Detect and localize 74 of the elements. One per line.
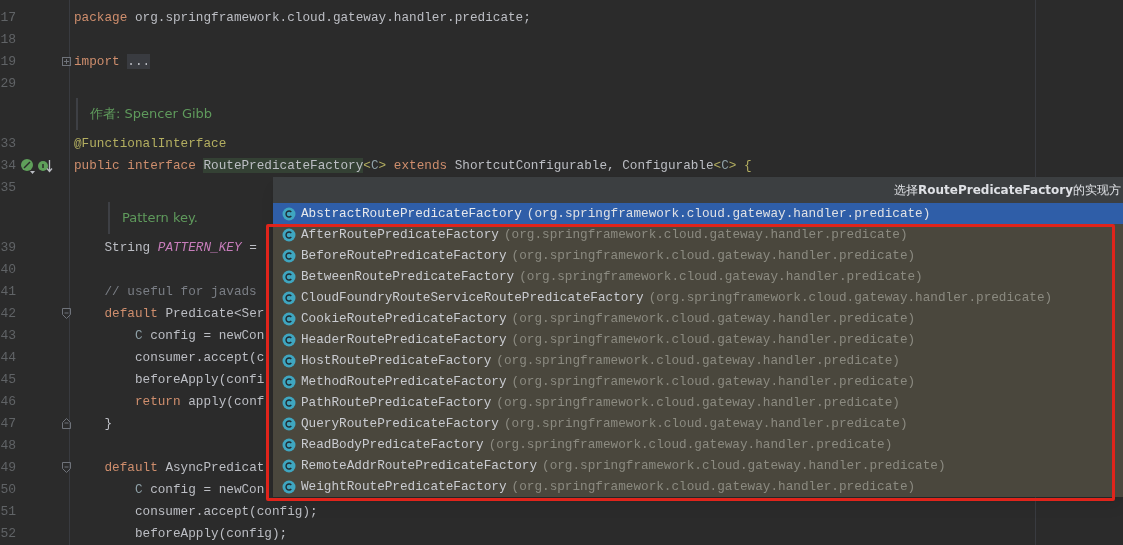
class-icon — [282, 206, 296, 221]
code-line: } — [103, 415, 113, 433]
code-line: C config = newCon — [133, 327, 265, 345]
code-line: beforeApply(config); — [133, 525, 288, 543]
line-number: 35 — [0, 179, 16, 197]
line-number: 34 — [0, 157, 16, 175]
line-number: 17 — [0, 9, 16, 27]
popup-item[interactable]: AfterRoutePredicateFactory (org.springframework.cloud.gateway.handler.predicate) — [273, 224, 1123, 245]
popup-item[interactable]: HostRoutePredicateFactory (org.springframework.cloud.gateway.handler.predicate) — [273, 350, 1123, 371]
popup-item[interactable]: CloudFoundryRouteServiceRoutePredicateFactory (org.springframework.cloud.gateway.handler.predicate) — [273, 287, 1123, 308]
popup-item[interactable]: QueryRoutePredicateFactory (org.springframework.cloud.gateway.handler.predicate) — [273, 413, 1123, 434]
popup-item[interactable]: MethodRoutePredicateFactory (org.springframework.cloud.gateway.handler.predicate) — [273, 371, 1123, 392]
class-icon — [282, 269, 296, 284]
line-number: 50 — [0, 481, 16, 499]
line-number: 39 — [0, 239, 16, 257]
line-number: 33 — [0, 135, 16, 153]
line-number: 42 — [0, 305, 16, 323]
line-number: 48 — [0, 437, 16, 455]
class-icon — [282, 479, 296, 494]
line-number: 41 — [0, 283, 16, 301]
collapse-fold-icon[interactable] — [62, 462, 71, 473]
code-line: default AsyncPredicat — [103, 459, 265, 477]
popup-item[interactable]: PathRoutePredicateFactory (org.springframework.cloud.gateway.handler.predicate) — [273, 392, 1123, 413]
code-line: beforeApply(confi — [133, 371, 265, 389]
line-number: 45 — [0, 371, 16, 389]
class-icon — [282, 332, 296, 347]
class-icon — [282, 395, 296, 410]
class-icon — [282, 227, 296, 242]
popup-item[interactable]: WeightRoutePredicateFactory (org.springframework.cloud.gateway.handler.predicate) — [273, 476, 1123, 497]
line-number: 44 — [0, 349, 16, 367]
popup-item[interactable]: CookieRoutePredicateFactory (org.springframework.cloud.gateway.handler.predicate) — [273, 308, 1123, 329]
class-icon — [282, 416, 296, 431]
line-number: 29 — [0, 75, 16, 93]
code-line: consumer.accept(config); — [133, 503, 318, 521]
code-line: import ... — [74, 53, 151, 71]
code-line: public interface RoutePredicateFactory<C> extends ShortcutConfigurable, Configurable<C> { — [74, 157, 752, 175]
line-number: 19 — [0, 53, 16, 71]
class-icon — [282, 353, 296, 368]
expand-fold-icon[interactable] — [62, 57, 71, 66]
collapse-fold-icon[interactable] — [62, 418, 71, 429]
popup-item[interactable]: HeaderRoutePredicateFactory (org.springframework.cloud.gateway.handler.predicate) — [273, 329, 1123, 350]
line-number: 49 — [0, 459, 16, 477]
line-number: 43 — [0, 327, 16, 345]
popup-title: 选择RoutePredicateFactory的实现方 — [894, 182, 1121, 199]
implemented-icon[interactable] — [20, 158, 36, 174]
collapse-fold-icon[interactable] — [62, 308, 71, 319]
line-number: 18 — [0, 31, 16, 49]
popup-item[interactable]: RemoteAddrRoutePredicateFactory (org.springframework.cloud.gateway.handler.predicate) — [273, 455, 1123, 476]
override-icon[interactable] — [37, 158, 53, 174]
code-line: // useful for javads — [103, 283, 257, 301]
code-line: package org.springframework.cloud.gateway.handler.predicate; — [74, 9, 531, 27]
line-number: 52 — [0, 525, 16, 543]
line-number: 46 — [0, 393, 16, 411]
code-line: consumer.accept(c — [133, 349, 265, 367]
doc-comment: 作者: Spencer Gibb — [90, 105, 213, 124]
class-icon — [282, 311, 296, 326]
popup-item[interactable]: ReadBodyPredicateFactory (org.springframework.cloud.gateway.handler.predicate) — [273, 434, 1123, 455]
line-number: 51 — [0, 503, 16, 521]
line-number: 47 — [0, 415, 16, 433]
code-line: @FunctionalInterface — [74, 135, 227, 153]
class-icon — [282, 248, 296, 263]
class-icon — [282, 290, 296, 305]
class-icon — [282, 437, 296, 452]
popup-item[interactable]: BeforeRoutePredicateFactory (org.springframework.cloud.gateway.handler.predicate) — [273, 245, 1123, 266]
code-line: String PATTERN_KEY = — [103, 239, 257, 257]
popup-item[interactable]: BetweenRoutePredicateFactory (org.springframework.cloud.gateway.handler.predicate) — [273, 266, 1123, 287]
line-number: 40 — [0, 261, 16, 279]
class-icon — [282, 458, 296, 473]
code-line: return apply(conf — [133, 393, 265, 411]
class-icon — [282, 374, 296, 389]
popup-item[interactable]: AbstractRoutePredicateFactory (org.springframework.cloud.gateway.handler.predicate) — [273, 203, 1123, 224]
doc-comment: Pattern key. — [122, 209, 198, 228]
code-line: C config = newCon — [133, 481, 265, 499]
code-line: default Predicate<Ser — [103, 305, 265, 323]
